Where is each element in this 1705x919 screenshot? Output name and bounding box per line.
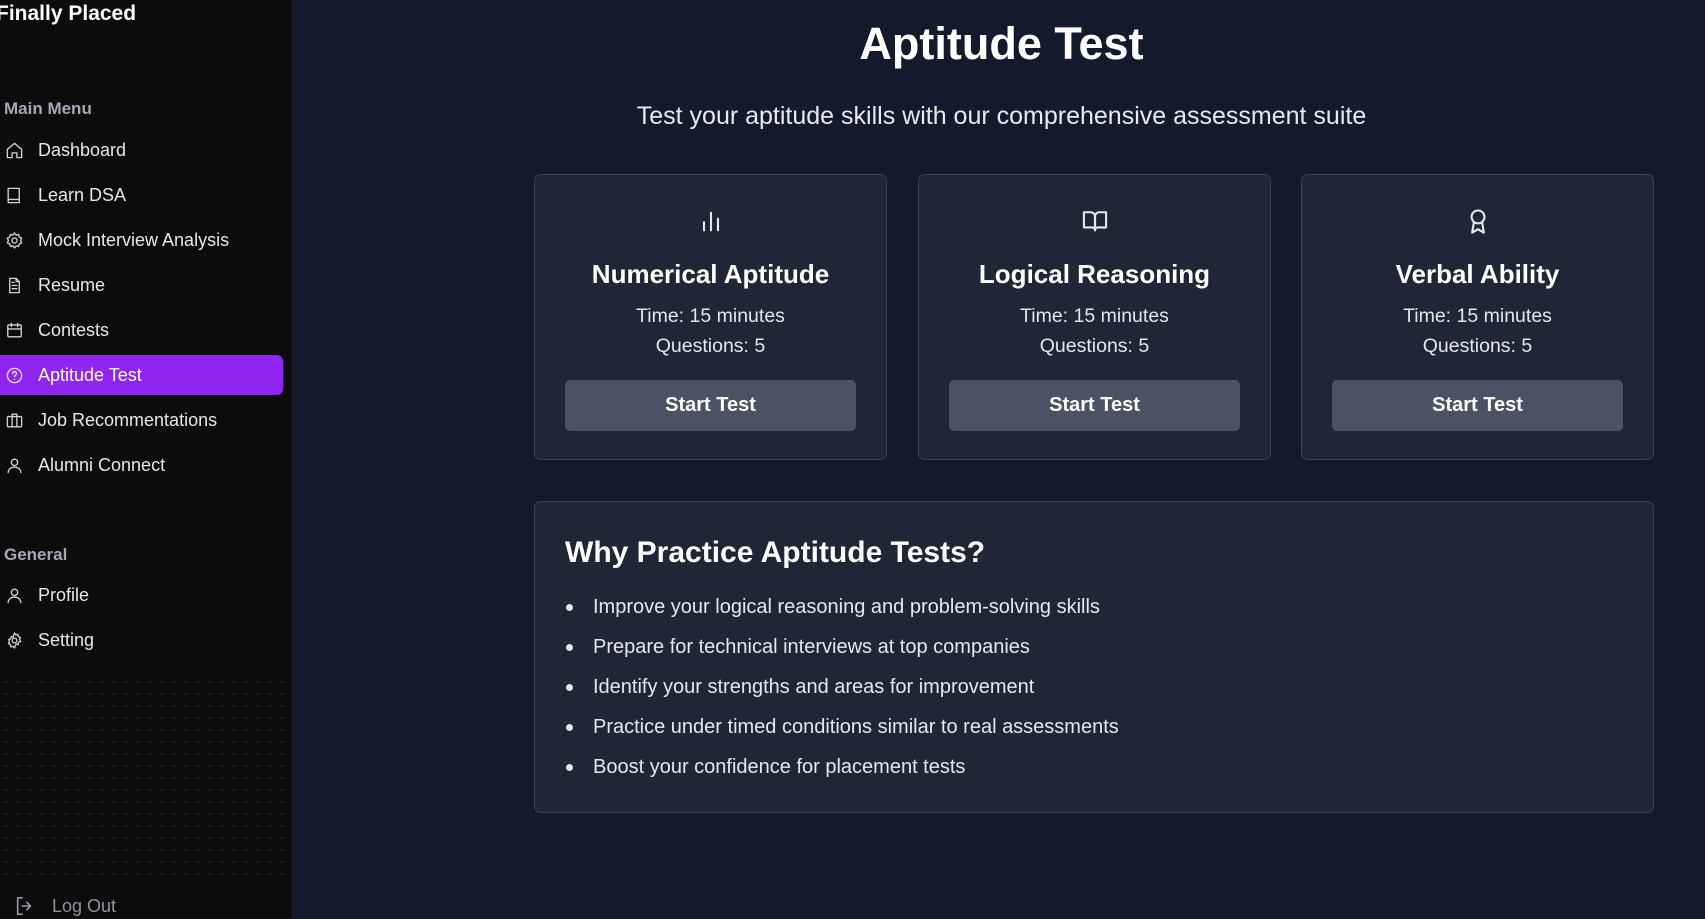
sidebar-item-label: Learn DSA: [38, 184, 127, 205]
sidebar-item-alumni-connect[interactable]: Alumni Connect: [0, 445, 283, 485]
why-practice-panel: Why Practice Aptitude Tests? Improve you…: [534, 501, 1654, 813]
sidebar-item-label: Alumni Connect: [38, 454, 166, 475]
sidebar-item-resume[interactable]: Resume: [0, 265, 283, 305]
sidebar-item-label: Resume: [38, 274, 106, 295]
why-practice-list: Improve your logical reasoning and probl…: [565, 594, 1119, 794]
main-menu-label: Main Menu: [4, 99, 92, 118]
sidebar-item-label: Job Recommentations: [38, 409, 218, 430]
sidebar-item-job-recommendations[interactable]: Job Recommentations: [0, 400, 283, 440]
card-time: Time: 15 minutes: [1020, 305, 1169, 327]
sidebar-item-label: Dashboard: [38, 139, 127, 160]
home-icon: [4, 140, 24, 160]
bar-chart-icon: [535, 207, 886, 239]
app-root: Finally Placed Main Menu Dashboard Learn…: [0, 0, 1705, 919]
general-label: General: [4, 545, 68, 564]
logout-button[interactable]: Log Out: [14, 894, 116, 918]
page-title: Aptitude Test: [859, 18, 1144, 69]
start-test-button[interactable]: Start Test: [565, 380, 856, 431]
help-circle-icon: [4, 365, 24, 385]
settings-cog-icon: [4, 230, 24, 250]
card-title: Logical Reasoning: [978, 259, 1211, 289]
list-item: Practice under timed conditions similar …: [565, 714, 1119, 754]
card-time: Time: 15 minutes: [1403, 305, 1552, 327]
card-questions: Questions: 5: [1422, 335, 1533, 357]
start-test-button[interactable]: Start Test: [949, 380, 1240, 431]
sidebar-item-label: Aptitude Test: [38, 364, 142, 385]
list-item: Identify your strengths and areas for im…: [565, 674, 1119, 714]
card-time: Time: 15 minutes: [636, 305, 785, 327]
start-test-button[interactable]: Start Test: [1332, 380, 1623, 431]
sidebar-item-setting[interactable]: Setting: [0, 620, 283, 660]
sidebar-item-profile[interactable]: Profile: [0, 575, 283, 615]
logout-label: Log Out: [52, 895, 117, 916]
dot-pattern-decoration: [0, 676, 292, 876]
open-book-icon: [919, 207, 1270, 239]
calendar-icon: [4, 320, 24, 340]
user-icon: [4, 585, 24, 605]
page-subtitle: Test your aptitude skills with our compr…: [636, 102, 1367, 130]
card-title: Numerical Aptitude: [591, 259, 830, 289]
logout-icon: [16, 896, 32, 916]
list-item: Boost your confidence for placement test…: [565, 754, 1119, 794]
card-title: Verbal Ability: [1395, 259, 1560, 289]
card-questions: Questions: 5: [655, 335, 766, 357]
sidebar-item-contests[interactable]: Contests: [0, 310, 283, 350]
user-icon: [4, 455, 24, 475]
list-item: Improve your logical reasoning and probl…: [565, 594, 1119, 634]
sidebar-item-dashboard[interactable]: Dashboard: [0, 130, 283, 170]
test-card-numerical-aptitude: Numerical Aptitude Time: 15 minutes Ques…: [534, 174, 887, 460]
sidebar-item-label: Profile: [38, 584, 90, 605]
file-text-icon: [4, 275, 24, 295]
sidebar-item-label: Contests: [38, 319, 110, 340]
test-card-logical-reasoning: Logical Reasoning Time: 15 minutes Quest…: [918, 174, 1271, 460]
award-icon: [1302, 207, 1653, 239]
card-questions: Questions: 5: [1039, 335, 1150, 357]
sidebar-item-aptitude-test[interactable]: Aptitude Test: [0, 355, 283, 395]
list-item: Prepare for technical interviews at top …: [565, 634, 1119, 674]
sidebar-item-label: Mock Interview Analysis: [38, 229, 230, 250]
main-content: Aptitude Test Test your aptitude skills …: [294, 0, 1705, 919]
sidebar-item-mock-interview-analysis[interactable]: Mock Interview Analysis: [0, 220, 283, 260]
briefcase-icon: [4, 410, 24, 430]
why-practice-title: Why Practice Aptitude Tests?: [565, 536, 986, 569]
sidebar-item-label: Setting: [38, 629, 95, 650]
book-icon: [4, 185, 24, 205]
sidebar: Finally Placed Main Menu Dashboard Learn…: [0, 0, 293, 919]
test-card-verbal-ability: Verbal Ability Time: 15 minutes Question…: [1301, 174, 1654, 460]
sidebar-item-learn-dsa[interactable]: Learn DSA: [0, 175, 283, 215]
gear-icon: [4, 630, 24, 650]
brand-name: Finally Placed: [0, 2, 137, 25]
